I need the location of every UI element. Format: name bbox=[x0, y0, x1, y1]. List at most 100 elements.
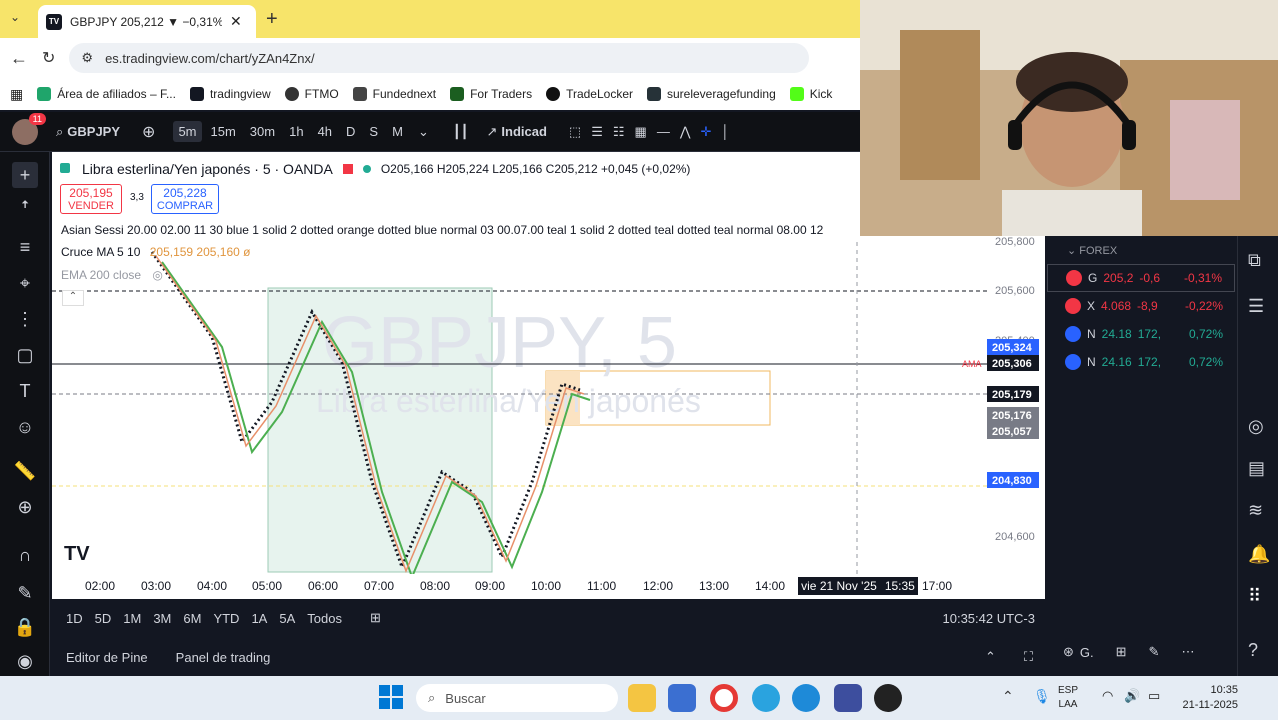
avatar[interactable]: 11 bbox=[12, 112, 46, 145]
microphone-icon[interactable]: 🎙 bbox=[1033, 688, 1051, 705]
edge-icon[interactable] bbox=[792, 684, 820, 712]
help-icon[interactable]: ? bbox=[1248, 640, 1258, 661]
taskbar-search[interactable]: ⌕ Buscar bbox=[416, 684, 618, 712]
range-6m[interactable]: 6M bbox=[183, 611, 201, 626]
symbol-button[interactable]: GBPJPY bbox=[67, 124, 120, 139]
app-icon[interactable] bbox=[834, 684, 862, 712]
layout-icon[interactable]: ⊞ bbox=[1116, 644, 1127, 660]
apps-grid-icon[interactable]: ▦ bbox=[10, 86, 23, 103]
back-icon[interactable]: ← bbox=[10, 48, 28, 69]
url-field[interactable]: ⚙ es.tradingview.com/chart/yZAn4Znx/ bbox=[69, 43, 810, 73]
bookmark-item[interactable]: For Traders bbox=[450, 87, 532, 101]
hidden-eye-icon[interactable]: ◎ bbox=[152, 268, 162, 282]
apps-icon[interactable]: ⠿ bbox=[1248, 586, 1261, 607]
zoom-icon[interactable]: ⊕ bbox=[12, 494, 38, 520]
bookmark-item[interactable]: sureleveragefunding bbox=[647, 87, 776, 101]
watchlist-footer-symbol[interactable]: G. bbox=[1080, 645, 1094, 660]
bookmark-item[interactable]: FTMO bbox=[284, 87, 339, 101]
volume-icon[interactable]: 🔊 bbox=[1124, 688, 1140, 704]
timeframe-s[interactable]: S bbox=[364, 121, 383, 142]
watchlist-row[interactable]: N 24.16 172, 0,72% bbox=[1047, 348, 1235, 376]
battery-icon[interactable]: ▭ bbox=[1148, 688, 1160, 704]
site-info-icon[interactable]: ⚙ bbox=[81, 50, 93, 66]
telegram-icon[interactable] bbox=[752, 684, 780, 712]
trendline-icon[interactable]: ≡ bbox=[12, 234, 38, 260]
cursor-icon[interactable]: ꜛ bbox=[12, 198, 38, 224]
language-indicator[interactable]: ESP LAA bbox=[1058, 684, 1078, 712]
magnet-icon[interactable]: ∩ bbox=[12, 542, 38, 568]
file-explorer-icon[interactable] bbox=[628, 684, 656, 712]
taskbar-clock[interactable]: 10:35 21-11-2025 bbox=[1176, 683, 1238, 713]
sell-button[interactable]: 205,195 VENDER bbox=[60, 184, 122, 214]
crosshair-icon[interactable]: + bbox=[12, 162, 38, 188]
eye-icon[interactable]: ◉ bbox=[12, 648, 38, 674]
timeframe-1h[interactable]: 1h bbox=[284, 121, 308, 142]
layers-icon[interactable]: ⧉ bbox=[1248, 250, 1261, 271]
watchlist-row[interactable]: G 205,2 -0,6 -0,31% bbox=[1047, 264, 1235, 292]
range-1m[interactable]: 1M bbox=[123, 611, 141, 626]
edit-icon[interactable]: ✎ bbox=[1149, 644, 1160, 660]
watchlist-row[interactable]: X 4.068 -8,9 -0,22% bbox=[1047, 292, 1235, 320]
range-todos[interactable]: Todos bbox=[307, 611, 342, 626]
range-ytd[interactable]: YTD bbox=[213, 611, 239, 626]
watchlist-icon[interactable]: ☰ bbox=[1248, 296, 1264, 317]
compare-symbol-icon[interactable]: ⊕ bbox=[142, 122, 155, 142]
ema-indicator[interactable]: EMA 200 close ◎ bbox=[61, 268, 163, 282]
range-1a[interactable]: 1A bbox=[251, 611, 267, 626]
timeframe-15m[interactable]: 15m bbox=[206, 121, 241, 142]
close-tab-icon[interactable]: ✕ bbox=[230, 13, 242, 30]
calendar-icon[interactable]: ▤ bbox=[1248, 458, 1265, 479]
bookmark-item[interactable]: Área de afiliados – F... bbox=[37, 87, 176, 101]
timeframe-4h[interactable]: 4h bbox=[313, 121, 337, 142]
range-1d[interactable]: 1D bbox=[66, 611, 83, 626]
tab-list-icon[interactable]: ⌄ bbox=[10, 10, 28, 28]
expand-panel-icon[interactable]: ⌃ bbox=[985, 649, 996, 665]
indicators-button[interactable]: Indicad bbox=[501, 124, 547, 139]
timeframe-m[interactable]: M bbox=[387, 121, 408, 142]
alert-icon[interactable]: ☰ bbox=[591, 124, 603, 140]
symbol-search-icon[interactable]: ⌕ bbox=[56, 124, 63, 140]
reload-icon[interactable]: ↻ bbox=[42, 48, 55, 68]
watchlist-row[interactable]: N 24.18 172, 0,72% bbox=[1047, 320, 1235, 348]
trading-panel-tab[interactable]: Panel de trading bbox=[176, 650, 271, 665]
more-icon[interactable]: ⋯ bbox=[1181, 644, 1194, 660]
watchlist-group[interactable]: ⌄ FOREX bbox=[1067, 244, 1117, 257]
buy-button[interactable]: 205,228 COMPRAR bbox=[151, 184, 219, 214]
bookmark-item[interactable]: Fundednext bbox=[352, 87, 436, 101]
tray-expand-icon[interactable]: ⌃ bbox=[1002, 688, 1014, 705]
bell-icon[interactable]: 🔔 bbox=[1248, 544, 1270, 565]
range-5a[interactable]: 5A bbox=[279, 611, 295, 626]
emoji-icon[interactable]: ☺ bbox=[12, 414, 38, 440]
feed-icon[interactable]: ≋ bbox=[1248, 500, 1263, 521]
shapes-icon[interactable]: ▢ bbox=[12, 342, 38, 368]
wifi-icon[interactable]: ◠ bbox=[1102, 688, 1113, 704]
grid-icon[interactable]: ▦ bbox=[635, 124, 647, 140]
text-icon[interactable]: T bbox=[12, 378, 38, 404]
pencil-lock-icon[interactable]: ✎ bbox=[12, 580, 38, 606]
trend-tool-icon[interactable]: ⋀ bbox=[680, 124, 691, 140]
fib-icon[interactable]: ⌖ bbox=[12, 270, 38, 296]
store-icon[interactable] bbox=[668, 684, 696, 712]
windows-start-icon[interactable] bbox=[378, 684, 404, 710]
range-5d[interactable]: 5D bbox=[95, 611, 112, 626]
bookmark-item[interactable]: TradeLocker bbox=[546, 87, 633, 101]
obs-icon[interactable] bbox=[874, 684, 902, 712]
chart-clock[interactable]: 10:35:42 UTC-3 bbox=[943, 611, 1036, 626]
timeframe-5m[interactable]: 5m bbox=[173, 121, 202, 142]
pine-editor-tab[interactable]: Editor de Pine bbox=[66, 650, 148, 665]
timeframe-dropdown-icon[interactable]: ⌄ bbox=[418, 124, 429, 140]
browser-tab[interactable]: TV GBPJPY 205,212 ▼ −0,31% 6CIF ✕ bbox=[38, 5, 256, 38]
layout-icon[interactable]: ⬚ bbox=[569, 124, 581, 140]
timeframe-30m[interactable]: 30m bbox=[245, 121, 280, 142]
ruler-icon[interactable]: 📏 bbox=[12, 458, 38, 484]
indicators-icon[interactable]: ↗ bbox=[487, 124, 498, 140]
chart-title[interactable]: Libra esterlina/Yen japonés · 5 · OANDA bbox=[82, 161, 333, 177]
bookmark-item[interactable]: tradingview bbox=[189, 87, 271, 101]
range-3m[interactable]: 3M bbox=[153, 611, 171, 626]
collapse-legend-icon[interactable]: ⌃ bbox=[62, 290, 84, 306]
maximize-panel-icon[interactable]: ⛶ bbox=[1024, 649, 1033, 665]
session-indicator-label[interactable]: Asian Sessi 20.00 02.00 11 30 blue 1 sol… bbox=[61, 223, 861, 237]
replay-icon[interactable]: ☷ bbox=[613, 124, 625, 140]
chrome-icon[interactable] bbox=[710, 684, 738, 712]
new-tab-icon[interactable]: + bbox=[266, 8, 278, 31]
